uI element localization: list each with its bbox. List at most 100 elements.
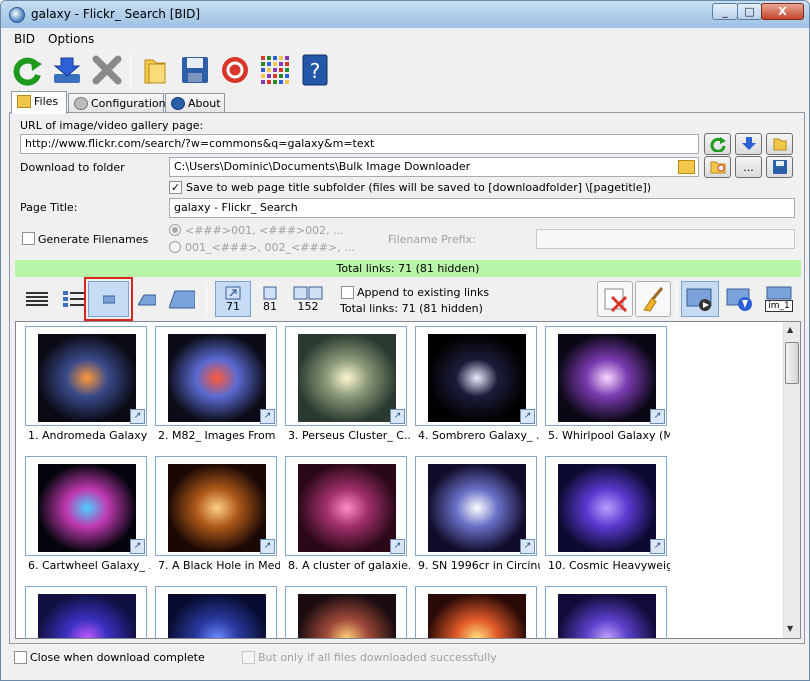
tab-files[interactable]: Files — [11, 91, 67, 114]
thumbnail-card[interactable]: ↗ — [415, 586, 537, 638]
favorite-folder-button[interactable] — [704, 156, 731, 178]
thumbnail-frame[interactable]: ↗ — [415, 326, 537, 426]
medium-thumbnail-view-button[interactable] — [134, 281, 160, 317]
thumbnail-frame[interactable]: ↗ — [285, 586, 407, 638]
more-options-button[interactable]: ... — [735, 156, 762, 178]
detail-list-view-button[interactable] — [22, 281, 52, 317]
subfolder-checkbox[interactable]: ✓ — [169, 181, 182, 194]
thumbnail-frame[interactable]: ↗ — [285, 456, 407, 556]
thumbnail-grid[interactable]: ↗ 1. Andromeda Galaxy ... ↗ 2. M82_ Images … — [15, 321, 801, 639]
thumbnail-card[interactable]: ↗ — [545, 586, 667, 638]
thumbnail-frame[interactable]: ↗ — [545, 326, 667, 426]
page-title-field[interactable]: galaxy - Flickr_ Search — [169, 198, 795, 218]
galaxy-image — [168, 594, 266, 638]
thumbnail-frame[interactable]: ↗ — [25, 326, 147, 426]
thumbnail-card[interactable]: ↗ 10. Cosmic Heavyweig... — [545, 456, 670, 578]
download-url-button[interactable] — [735, 133, 762, 155]
thumbnail-frame[interactable]: ↗ — [415, 456, 537, 556]
thumbnail-frame[interactable]: ↗ — [545, 586, 667, 638]
thumbnail-caption: 6. Cartwheel Galaxy_ ... — [28, 559, 150, 572]
thumbnail-card[interactable]: ↗ — [25, 586, 147, 638]
link-icon: ↗ — [520, 409, 535, 424]
save-folder-button[interactable] — [766, 156, 793, 178]
filename-prefix-field[interactable] — [536, 229, 795, 249]
thumbnail-card[interactable]: ↗ 5. Whirlpool Galaxy (M... — [545, 326, 670, 448]
generate-filenames-label: Generate Filenames — [38, 233, 149, 246]
thumbnail-frame[interactable]: ↗ — [285, 326, 407, 426]
pattern-2-label: 001_<###>, 002_<###>, ... — [185, 241, 355, 254]
thumbnail-frame[interactable]: ↗ — [415, 586, 537, 638]
save-icon[interactable] — [178, 52, 212, 88]
thumbnail-card[interactable]: ↗ 8. A cluster of galaxie... — [285, 456, 410, 578]
filter-hidden-button[interactable]: 81 — [256, 281, 284, 317]
help-book-icon[interactable]: ? — [298, 52, 332, 88]
close-button[interactable]: X — [761, 3, 804, 20]
play-viewer-button[interactable] — [681, 281, 719, 317]
thumbnail-frame[interactable]: ↗ — [545, 456, 667, 556]
thumbnail-card[interactable]: ↗ — [285, 586, 407, 638]
menu-options[interactable]: Options — [48, 32, 94, 46]
thumbnail-card[interactable]: ↗ — [155, 586, 277, 638]
thumbnail-card[interactable]: ↗ 2. M82_ Images From ... — [155, 326, 280, 448]
pattern-radio-2[interactable] — [169, 241, 181, 253]
append-label: Append to existing links — [357, 286, 490, 299]
help-ring-icon[interactable] — [218, 52, 252, 88]
thumbnail-card[interactable]: ↗ 1. Andromeda Galaxy ... — [25, 326, 150, 448]
scroll-thumb[interactable] — [785, 342, 799, 384]
close-when-done-checkbox[interactable] — [14, 651, 27, 664]
download-selected-button[interactable] — [722, 281, 758, 317]
tab-strip: Files Configuration About — [9, 91, 805, 114]
thumbnail-card[interactable]: ↗ 6. Cartwheel Galaxy_ ... — [25, 456, 150, 578]
url-field[interactable]: http://www.flickr.com/search/?w=commons&… — [20, 134, 699, 154]
thumbnail-caption: 5. Whirlpool Galaxy (M... — [548, 429, 670, 442]
galaxy-image — [558, 334, 656, 422]
scroll-up-icon[interactable]: ▲ — [787, 325, 793, 334]
galaxy-image — [38, 594, 136, 638]
tab-configuration[interactable]: Configuration — [68, 93, 166, 113]
minimize-button[interactable]: _ — [712, 3, 738, 20]
folder-icon — [17, 95, 31, 108]
refresh-url-button[interactable] — [704, 133, 731, 155]
scroll-down-icon[interactable]: ▼ — [787, 624, 793, 633]
broom-icon[interactable] — [635, 281, 671, 317]
open-url-button[interactable] — [766, 133, 793, 155]
grid-icon[interactable] — [258, 52, 292, 88]
folder-icon[interactable] — [138, 52, 172, 88]
clear-list-button[interactable] — [597, 281, 633, 317]
galaxy-image — [558, 464, 656, 552]
thumbnail-card[interactable]: ↗ 7. A Black Hole in Med... — [155, 456, 280, 578]
thumbnail-frame[interactable]: ↗ — [155, 586, 277, 638]
link-icon: ↗ — [390, 409, 405, 424]
stop-icon[interactable] — [90, 52, 124, 88]
download-folder-field[interactable]: C:\Users\Dominic\Documents\Bulk Image Do… — [169, 157, 699, 177]
rename-button[interactable]: im_1 — [760, 281, 798, 317]
thumbnail-card[interactable]: ↗ 9. SN 1996cr in Circinu... — [415, 456, 540, 578]
galaxy-image — [298, 334, 396, 422]
append-checkbox[interactable] — [341, 286, 354, 299]
download-icon[interactable] — [50, 52, 84, 88]
thumbnail-card[interactable]: ↗ 3. Perseus Cluster_ C... — [285, 326, 410, 448]
filter-linked-button[interactable]: 71 — [215, 281, 251, 317]
thumbnail-frame[interactable]: ↗ — [155, 456, 277, 556]
thumbnail-card[interactable]: ↗ 4. Sombrero Galaxy_ ... — [415, 326, 540, 448]
info-icon — [171, 97, 185, 110]
refresh-icon[interactable] — [10, 52, 44, 88]
large-thumbnail-view-button[interactable] — [166, 281, 198, 317]
maximize-button[interactable]: □ — [737, 3, 762, 20]
link-icon: ↗ — [260, 539, 275, 554]
browse-folder-icon[interactable] — [678, 160, 695, 174]
generate-filenames-checkbox[interactable] — [22, 232, 35, 245]
only-success-checkbox[interactable] — [242, 651, 255, 664]
footer-bar: Close when download complete But only if… — [6, 647, 804, 669]
filter-all-button[interactable]: 152 — [290, 281, 326, 317]
pattern-radio-1[interactable] — [169, 224, 181, 236]
vertical-scrollbar[interactable]: ▲ ▼ — [783, 322, 800, 638]
menu-bid[interactable]: BID — [14, 32, 35, 46]
icon-list-view-button[interactable] — [59, 281, 89, 317]
small-thumbnail-view-button[interactable] — [84, 277, 133, 321]
thumbnail-frame[interactable]: ↗ — [25, 456, 147, 556]
galaxy-image — [428, 464, 526, 552]
tab-about[interactable]: About — [165, 93, 225, 113]
thumbnail-frame[interactable]: ↗ — [25, 586, 147, 638]
thumbnail-frame[interactable]: ↗ — [155, 326, 277, 426]
